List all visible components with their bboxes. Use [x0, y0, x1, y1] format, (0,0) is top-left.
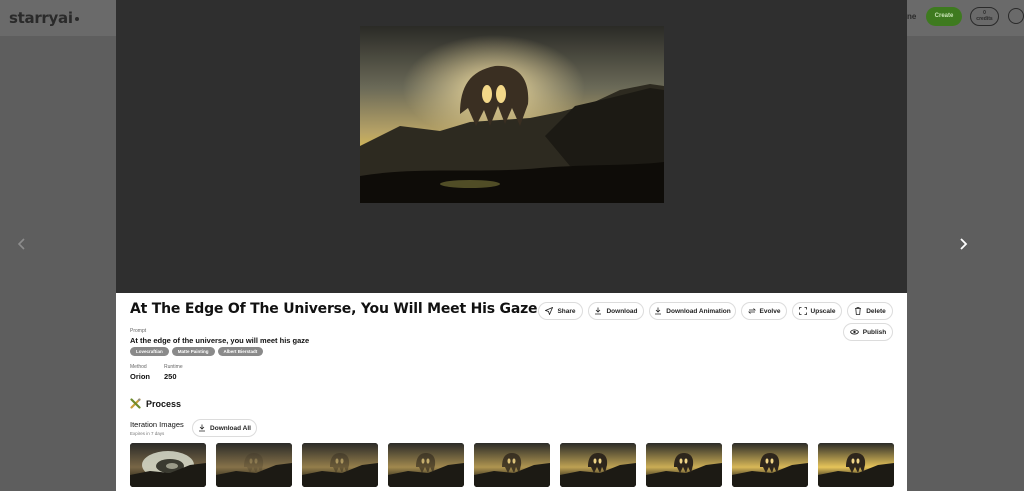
delete-label: Delete [866, 307, 886, 315]
iteration-thumbnail[interactable] [818, 443, 894, 487]
download-button[interactable]: Download [588, 302, 644, 320]
iteration-thumbnail[interactable] [302, 443, 378, 487]
download-all-label: Download All [210, 424, 251, 432]
download-icon [655, 307, 662, 315]
style-tag: Albert Bierstadt [217, 347, 264, 356]
iteration-images-title: Iteration Images [130, 420, 184, 429]
iteration-thumbnail[interactable] [474, 443, 550, 487]
artwork-title: At The Edge Of The Universe, You Will Me… [130, 301, 538, 317]
evolve-button[interactable]: Evolve [741, 302, 787, 320]
logo-text: starryai [9, 9, 73, 27]
style-tag: Matte Painting [171, 347, 215, 356]
share-label: Share [557, 307, 576, 315]
process-title: Process [146, 398, 182, 409]
runtime-value: 250 [164, 372, 177, 381]
method-label: Method [130, 364, 147, 370]
share-button[interactable]: Share [538, 302, 583, 320]
iteration-thumbnails [130, 443, 894, 487]
process-heading: Process [130, 398, 181, 409]
iteration-thumbnail[interactable] [130, 443, 206, 487]
avatar[interactable] [1008, 8, 1024, 24]
download-animation-label: Download Animation [666, 307, 731, 315]
prompt-text: At the edge of the universe, you will me… [130, 336, 310, 345]
download-icon [199, 424, 206, 432]
header-nav-fragment: ne [907, 12, 917, 21]
download-animation-button[interactable]: Download Animation [649, 302, 736, 320]
method-value: Orion [130, 372, 150, 381]
evolve-label: Evolve [759, 307, 781, 315]
download-label: Download [606, 307, 638, 315]
prompt-label: Prompt [130, 328, 147, 334]
artwork-modal: At The Edge Of The Universe, You Will Me… [116, 0, 907, 491]
iteration-thumbnail[interactable] [560, 443, 636, 487]
create-button[interactable]: Create [926, 7, 962, 26]
download-all-button[interactable]: Download All [192, 419, 257, 437]
chevron-right-icon [960, 238, 968, 250]
iteration-thumbnail[interactable] [646, 443, 722, 487]
download-icon [595, 307, 602, 315]
iteration-thumbnail[interactable] [732, 443, 808, 487]
style-tags: Lovecraftian Matte Painting Albert Biers… [130, 347, 264, 356]
image-viewer [116, 0, 907, 293]
tools-icon [130, 398, 141, 409]
main-artwork-image[interactable] [360, 26, 664, 203]
iteration-thumbnail[interactable] [216, 443, 292, 487]
publish-button[interactable]: Publish [843, 323, 893, 341]
eye-icon [849, 329, 859, 335]
iteration-expiry-note: Expires in 7 days [130, 431, 165, 436]
evolve-icon [747, 308, 756, 314]
publish-label: Publish [862, 328, 887, 336]
upscale-label: Upscale [810, 307, 836, 315]
style-tag: Lovecraftian [130, 347, 169, 356]
delete-button[interactable]: Delete [847, 302, 893, 320]
share-icon [545, 307, 554, 315]
upscale-button[interactable]: Upscale [792, 302, 842, 320]
trash-icon [855, 307, 862, 315]
credits-button[interactable]: 0 credits [970, 7, 999, 26]
runtime-label: Runtime [164, 364, 183, 370]
logo-dot-icon [74, 16, 79, 21]
next-image-button[interactable] [953, 234, 973, 254]
previous-image-button[interactable] [12, 234, 32, 254]
app-logo[interactable]: starryai [9, 9, 79, 27]
credits-label: credits [976, 16, 993, 22]
iteration-thumbnail[interactable] [388, 443, 464, 487]
chevron-left-icon [17, 238, 25, 250]
expand-icon [798, 307, 807, 315]
